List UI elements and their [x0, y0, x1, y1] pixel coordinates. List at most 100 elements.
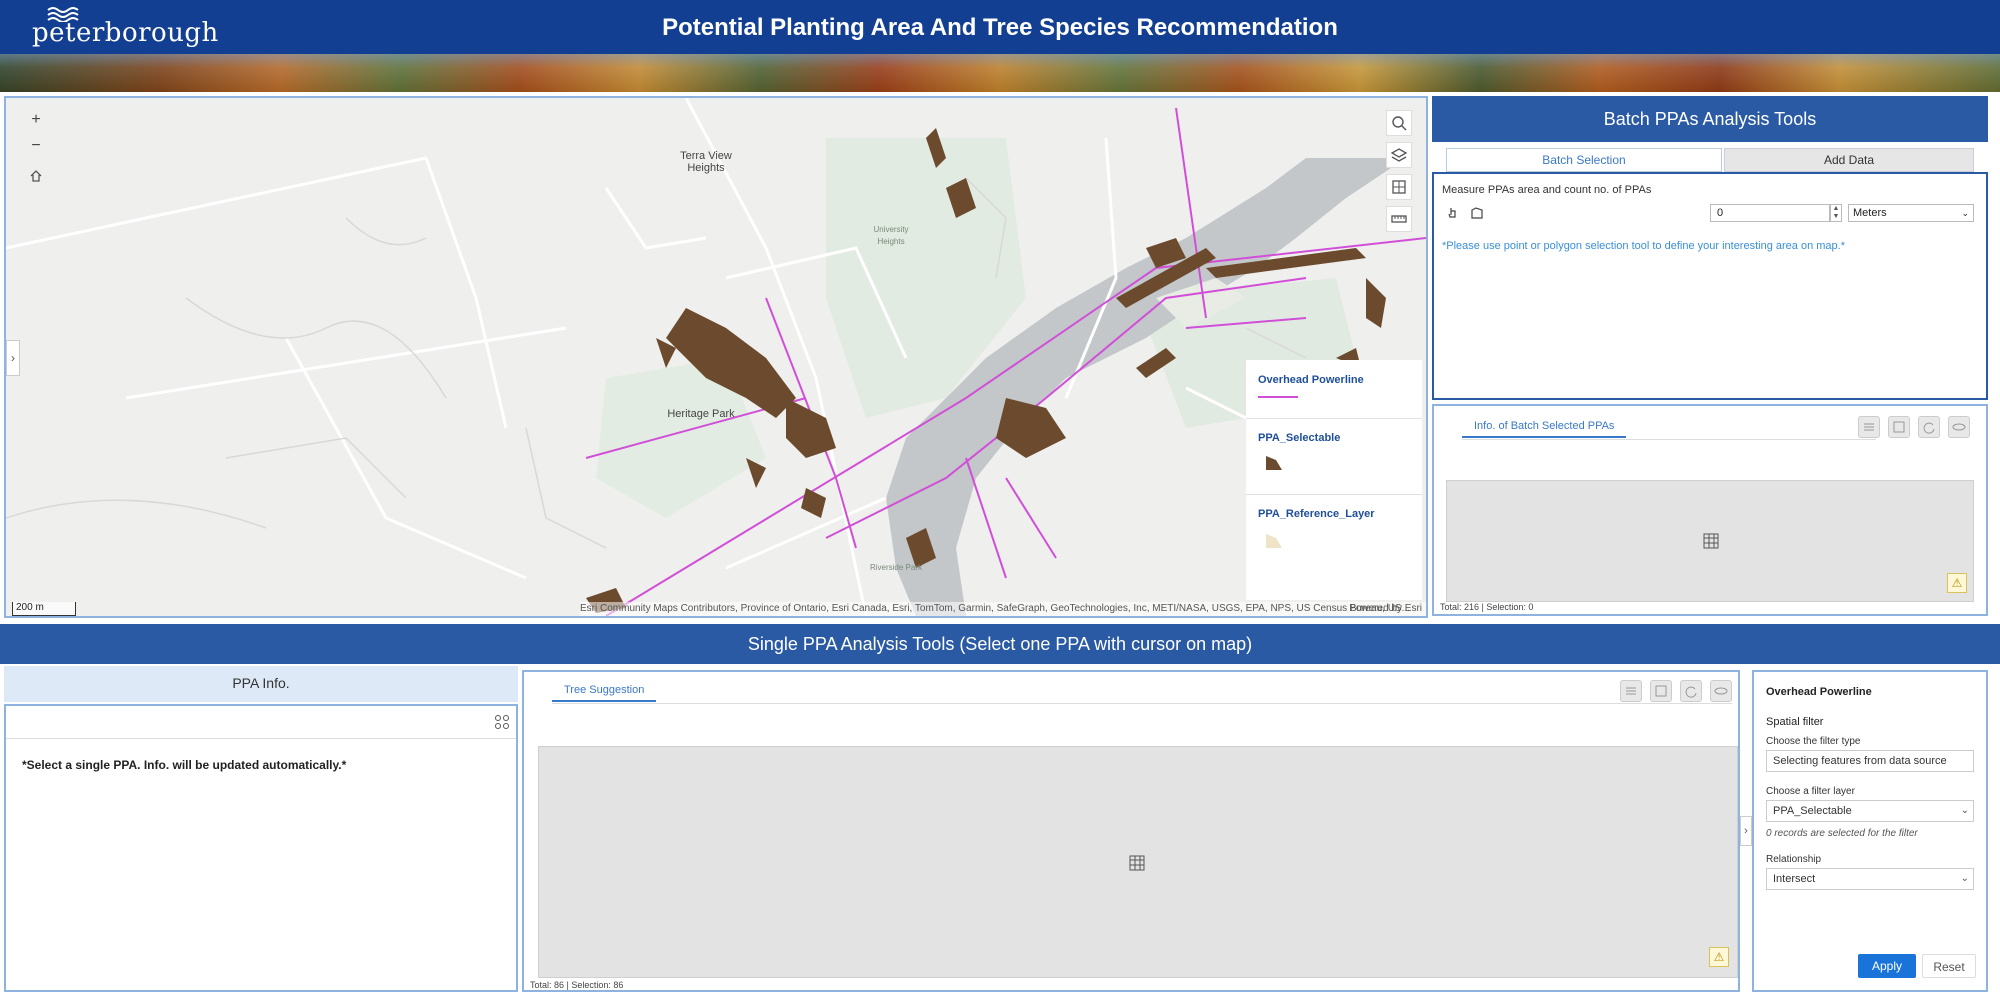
clear-selection-button[interactable] — [1650, 680, 1672, 702]
label-riverside: Riverside Park — [869, 563, 922, 572]
eye-icon — [1952, 423, 1966, 431]
legend-label: Overhead Powerline — [1258, 374, 1364, 386]
legend-item-powerline: Overhead Powerline — [1246, 360, 1422, 418]
selection-hint: *Please use point or polygon selection t… — [1442, 240, 1845, 252]
warning-icon[interactable]: ⚠ — [1947, 573, 1967, 593]
stepper-buttons[interactable]: ▲ ▼ — [1830, 204, 1842, 222]
batch-selection-body: Measure PPAs area and count no. of PPAs … — [1432, 172, 1988, 400]
refresh-button[interactable] — [1680, 680, 1702, 702]
home-button[interactable] — [24, 164, 48, 188]
warning-icon[interactable]: ⚠ — [1709, 947, 1729, 967]
clear-selection-button[interactable] — [1888, 416, 1910, 438]
batch-table-area: ⚠ — [1446, 480, 1974, 602]
layers-button[interactable] — [1386, 142, 1412, 168]
scale-bar: 200 m — [12, 602, 76, 616]
measure-button[interactable] — [1386, 206, 1412, 232]
buffer-distance-input[interactable]: 0 — [1710, 204, 1830, 222]
refresh-icon — [1685, 686, 1697, 698]
chevron-down-icon: ⌄ — [1960, 805, 1969, 816]
relationship-value: Intersect — [1773, 873, 1816, 885]
zoom-in-button[interactable]: + — [24, 108, 48, 132]
unit-select[interactable]: Meters ⌄ — [1848, 204, 1974, 222]
search-icon — [1392, 116, 1407, 131]
show-selection-button[interactable] — [1858, 416, 1880, 438]
filter-layer-value: PPA_Selectable — [1773, 805, 1852, 817]
tree-table-area: ⚠ — [538, 746, 1738, 978]
app-title: Potential Planting Area And Tree Species… — [662, 14, 1338, 41]
chevron-down-icon: ⌄ — [1960, 873, 1969, 884]
map-attribution: Esri Community Maps Contributors, Provin… — [580, 602, 1426, 616]
map-legend: Overhead Powerline PPA_Selectable PPA_Re… — [1246, 360, 1422, 600]
map-view[interactable]: + − › Terra View Heights University Heig… — [4, 96, 1428, 618]
autumn-banner-image — [0, 54, 2000, 92]
layers-icon — [1390, 148, 1408, 162]
records-note: 0 records are selected for the filter — [1766, 828, 1918, 839]
select-grid-icon — [1392, 180, 1406, 194]
polygon-select-icon[interactable] — [1470, 206, 1484, 220]
spatial-filter-heading: Spatial filter — [1766, 716, 1824, 728]
chevron-down-icon: ⌄ — [1961, 208, 1969, 218]
point-select-icon[interactable] — [1446, 206, 1460, 220]
tab-batch-info[interactable]: Info. of Batch Selected PPAs — [1462, 416, 1627, 438]
relationship-select[interactable]: Intersect ⌄ — [1766, 868, 1974, 890]
ppa-selectable-swatch-icon — [1266, 456, 1282, 470]
search-button[interactable] — [1386, 110, 1412, 136]
ppa-info-message: *Select a single PPA. Info. will be upda… — [22, 758, 347, 772]
tab-batch-selection[interactable]: Batch Selection — [1446, 148, 1722, 172]
batch-totals: Total: 216 | Selection: 0 — [1440, 602, 1534, 612]
filter-panel: Overhead Powerline Spatial filter Choose… — [1752, 670, 1988, 992]
legend-item-ppa-reference: PPA_Reference_Layer — [1246, 494, 1422, 574]
filter-type-value: Selecting features from data source — [1773, 755, 1947, 767]
batch-table-panel: Info. of Batch Selected PPAs ⚠ Total: 21… — [1432, 404, 1988, 616]
batch-tabs: Batch Selection Add Data — [1432, 144, 1988, 174]
powered-by-esri[interactable]: Powered by Esri — [1349, 602, 1422, 616]
show-columns-button[interactable] — [1710, 680, 1732, 702]
filter-type-select[interactable]: Selecting features from data source — [1766, 750, 1974, 772]
widget-grid-icon[interactable] — [494, 714, 510, 730]
filter-layer-label: Choose a filter layer — [1766, 786, 1855, 797]
reset-button[interactable]: Reset — [1922, 954, 1976, 978]
relationship-label: Relationship — [1766, 854, 1822, 865]
unit-value: Meters — [1853, 207, 1887, 219]
label-heritage: Heritage Park — [667, 408, 735, 420]
expand-left-button[interactable]: › — [6, 340, 20, 376]
ppa-info-panel: *Select a single PPA. Info. will be upda… — [4, 704, 518, 992]
app-header: peterborough Potential Planting Area And… — [0, 0, 2000, 54]
filter-type-label: Choose the filter type — [1766, 736, 1861, 747]
show-selection-button[interactable] — [1620, 680, 1642, 702]
ppa-info-title: PPA Info. — [4, 666, 518, 702]
list-icon — [1864, 423, 1874, 431]
tree-suggestion-panel: Tree Suggestion ⚠ Total: 86 | Selection:… — [522, 670, 1740, 992]
refresh-button[interactable] — [1918, 416, 1940, 438]
ruler-icon — [1391, 215, 1407, 223]
legend-label: PPA_Reference_Layer — [1258, 508, 1375, 520]
ppa-reference-swatch-icon — [1266, 534, 1282, 548]
filter-layer-title: Overhead Powerline — [1766, 686, 1872, 698]
collapse-filter-button[interactable]: › — [1740, 816, 1752, 846]
select-tool-button[interactable] — [1386, 174, 1412, 200]
table-icon — [1703, 533, 1719, 549]
clear-selection-icon — [1655, 685, 1667, 697]
apply-button[interactable]: Apply — [1858, 954, 1916, 978]
attribution-text: Esri Community Maps Contributors, Provin… — [580, 603, 1410, 614]
powerline-swatch-icon — [1258, 396, 1298, 398]
tab-tree-suggestion[interactable]: Tree Suggestion — [552, 680, 657, 702]
tab-add-data[interactable]: Add Data — [1724, 148, 1974, 172]
home-icon — [30, 170, 42, 182]
list-icon — [1626, 687, 1636, 695]
eye-icon — [1714, 687, 1728, 695]
label-terra-view: Terra View Heights — [680, 150, 732, 174]
show-columns-button[interactable] — [1948, 416, 1970, 438]
filter-layer-select[interactable]: PPA_Selectable ⌄ — [1766, 800, 1974, 822]
single-panel-title: Single PPA Analysis Tools (Select one PP… — [0, 624, 2000, 664]
zoom-out-button[interactable]: − — [24, 134, 48, 158]
refresh-icon — [1923, 422, 1935, 434]
legend-item-ppa-selectable: PPA_Selectable — [1246, 418, 1422, 494]
measure-label: Measure PPAs area and count no. of PPAs — [1442, 184, 1652, 196]
legend-label: PPA_Selectable — [1258, 432, 1341, 444]
map-canvas[interactable] — [6, 98, 1426, 616]
table-icon — [1129, 855, 1145, 871]
batch-panel-title: Batch PPAs Analysis Tools — [1432, 96, 1988, 142]
clear-selection-icon — [1893, 421, 1905, 433]
label-university: University Heights — [873, 225, 909, 246]
